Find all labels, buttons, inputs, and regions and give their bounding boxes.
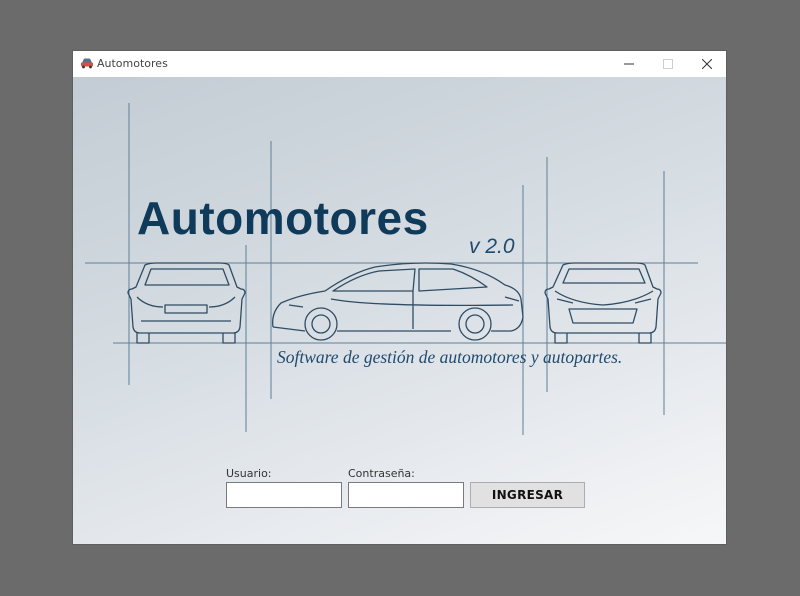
app-window: Automotores Automotores v 2.0 Software d…: [73, 51, 726, 544]
maximize-icon: [663, 59, 673, 69]
minimize-icon: [624, 63, 634, 65]
password-label: Contraseña:: [348, 467, 415, 480]
title-bar[interactable]: Automotores: [73, 51, 726, 77]
version-label: v 2.0: [469, 235, 515, 258]
login-button[interactable]: INGRESAR: [470, 482, 585, 508]
maximize-button[interactable]: [649, 51, 687, 77]
username-label: Usuario:: [226, 467, 272, 480]
close-icon: [702, 59, 712, 69]
password-field[interactable]: [348, 482, 464, 508]
car-icon: [81, 58, 93, 69]
close-button[interactable]: [688, 51, 726, 77]
username-field[interactable]: [226, 482, 342, 508]
app-subtitle: Software de gestión de automotores y aut…: [277, 347, 623, 367]
login-panel: Automotores v 2.0 Software de gestión de…: [73, 77, 726, 544]
app-heading: Automotores: [137, 192, 429, 244]
window-title: Automotores: [97, 57, 168, 70]
minimize-button[interactable]: [610, 51, 648, 77]
